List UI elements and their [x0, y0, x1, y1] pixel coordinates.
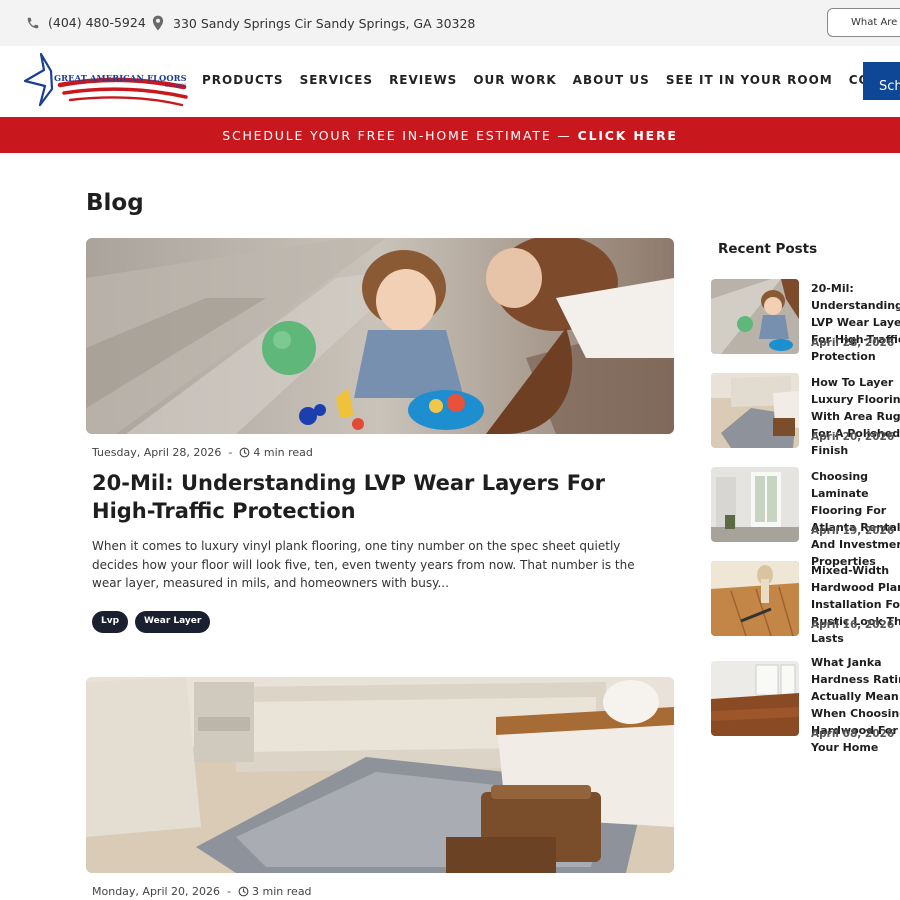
site-search[interactable] — [827, 8, 900, 37]
post-read-time: 3 min read — [252, 885, 312, 898]
nav-about-us[interactable]: ABOUT US — [573, 73, 650, 87]
clock-icon — [238, 886, 249, 897]
nav-reviews[interactable]: REVIEWS — [389, 73, 457, 87]
recent-post-thumbnail[interactable] — [711, 373, 799, 448]
recent-post-title-text: Mixed-Width Hardwood Plank Installation … — [811, 564, 900, 645]
post-title[interactable]: 20-Mil: Understanding LVP Wear Layers Fo… — [92, 469, 662, 525]
recent-post-photo — [711, 467, 799, 542]
top-utility-bar: (404) 480-5924 330 Sandy Springs Cir San… — [0, 0, 900, 46]
recent-post-title-text: Choosing Laminate Flooring For Atlanta R… — [811, 470, 900, 568]
post-excerpt: When it comes to luxury vinyl plank floo… — [92, 539, 635, 590]
recent-post-thumbnail[interactable] — [711, 279, 799, 354]
recent-post-date: April 28, 2026 — [811, 337, 895, 349]
recent-post-photo — [711, 561, 799, 636]
logo-wordmark: GREAT AMERICAN FLOORS — [54, 73, 187, 83]
location-pin-icon — [152, 15, 164, 31]
post-image[interactable] — [86, 238, 674, 434]
recent-post-thumbnail[interactable] — [711, 661, 799, 736]
post-meta: Tuesday, April 28, 2026 - 4 min read — [92, 446, 313, 459]
clock-icon — [239, 447, 250, 458]
post-image[interactable] — [86, 677, 674, 873]
primary-nav: PRODUCTS SERVICES REVIEWS OUR WORK ABOUT… — [202, 73, 900, 87]
recent-post-title[interactable]: 20-Mil: Understanding LVP Wear Layers Fo… — [811, 280, 900, 365]
recent-post-thumbnail[interactable] — [711, 467, 799, 542]
recent-post-title[interactable]: What Janka Hardness Ratings Actually Mea… — [811, 654, 900, 756]
meta-separator: - — [227, 885, 232, 898]
post-read-time: 4 min read — [253, 446, 313, 459]
recent-post-photo — [711, 279, 799, 354]
site-logo[interactable]: GREAT AMERICAN FLOORS Est. 1992 — [24, 52, 194, 110]
meta-separator: - — [228, 446, 233, 459]
promo-banner[interactable]: SCHEDULE YOUR FREE IN-HOME ESTIMATE — CL… — [0, 117, 900, 153]
nav-see-it-in-your-room[interactable]: SEE IT IN YOUR ROOM — [666, 73, 833, 87]
recent-post-title[interactable]: Mixed-Width Hardwood Plank Installation … — [811, 562, 900, 647]
search-input[interactable] — [851, 17, 900, 28]
post-date: Tuesday, April 28, 2026 — [92, 446, 222, 459]
recent-post-title[interactable]: Choosing Laminate Flooring For Atlanta R… — [811, 468, 900, 570]
nav-our-work[interactable]: OUR WORK — [473, 73, 556, 87]
logo-established: Est. 1992 — [165, 84, 187, 89]
phone-icon — [27, 17, 39, 28]
post-image-photo — [86, 238, 674, 434]
post-meta: Monday, April 20, 2026 - 3 min read — [92, 885, 312, 898]
promo-link[interactable]: CLICK HERE — [578, 128, 678, 143]
post-image-photo — [86, 677, 674, 873]
page-title: Blog — [86, 190, 144, 216]
tag-wear-layer[interactable]: Wear Layer — [135, 611, 211, 633]
post-tags: Lvp Wear Layer — [92, 611, 217, 633]
recent-post-photo — [711, 661, 799, 736]
recent-post-date: April 08, 2026 — [811, 728, 895, 740]
recent-post-title[interactable]: How To Layer Luxury Flooring With Area R… — [811, 374, 900, 459]
promo-text: SCHEDULE YOUR FREE IN-HOME ESTIMATE — — [222, 127, 572, 143]
phone-number: (404) 480-5924 — [48, 15, 146, 30]
recent-post-photo — [711, 373, 799, 448]
recent-post-date: April 16, 2026 — [811, 619, 895, 631]
schedule-button[interactable]: Schedule — [863, 62, 900, 100]
main-navbar: GREAT AMERICAN FLOORS Est. 1992 PRODUCTS… — [0, 46, 900, 117]
post-date: Monday, April 20, 2026 — [92, 885, 221, 898]
address-link[interactable]: 330 Sandy Springs Cir Sandy Springs, GA … — [151, 15, 475, 31]
recent-post-date: April 19, 2026 — [811, 525, 895, 537]
tag-lvp[interactable]: Lvp — [92, 611, 129, 633]
phone-link[interactable]: (404) 480-5924 — [26, 15, 146, 30]
nav-services[interactable]: SERVICES — [300, 73, 373, 87]
recent-post-title-text: How To Layer Luxury Flooring With Area R… — [811, 376, 900, 457]
nav-products[interactable]: PRODUCTS — [202, 73, 284, 87]
recent-post-title-text: 20-Mil: Understanding LVP Wear Layers Fo… — [811, 282, 900, 363]
recent-post-date: April 20, 2026 — [811, 431, 895, 443]
recent-post-thumbnail[interactable] — [711, 561, 799, 636]
address-text: 330 Sandy Springs Cir Sandy Springs, GA … — [173, 15, 476, 31]
recent-posts-heading: Recent Posts — [718, 241, 818, 257]
